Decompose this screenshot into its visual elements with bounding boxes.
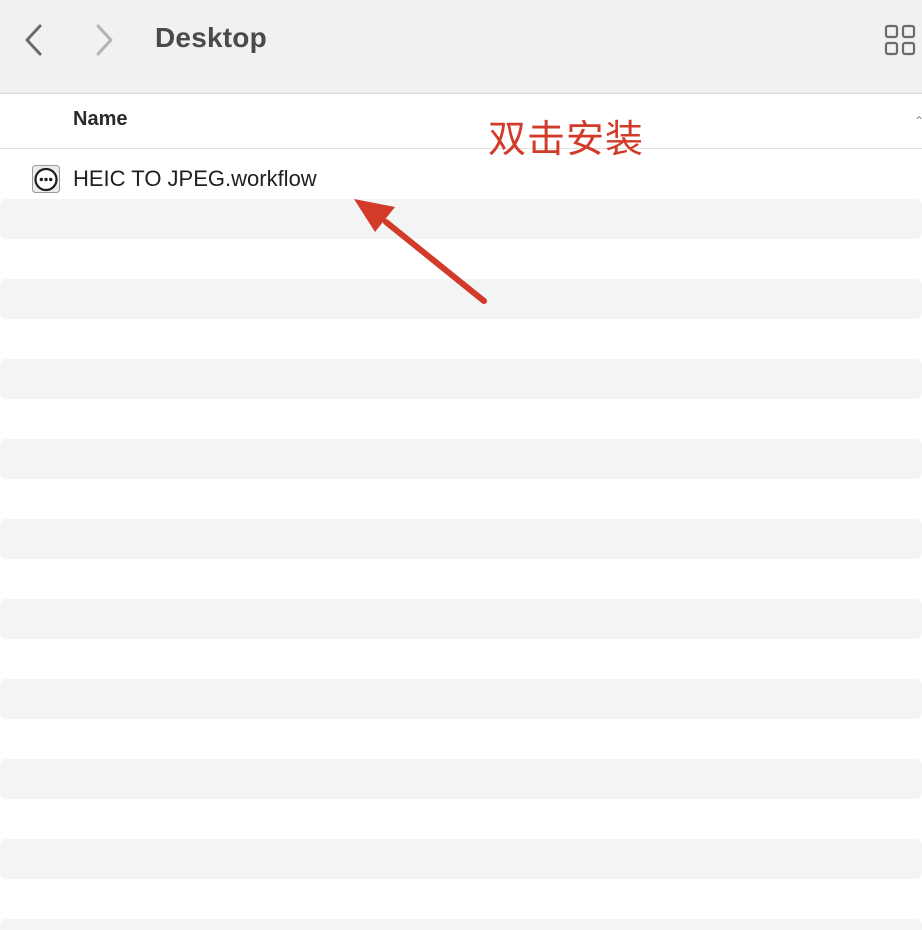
view-mode-button[interactable]	[882, 22, 918, 58]
chevron-left-icon	[25, 24, 42, 56]
list-stripe	[0, 679, 922, 719]
list-stripe	[0, 519, 922, 559]
list-item[interactable]: HEIC TO JPEG.workflow	[0, 159, 922, 199]
back-button[interactable]	[14, 20, 54, 60]
list-stripe	[0, 839, 922, 879]
list-stripe	[0, 919, 922, 930]
window-title: Desktop	[155, 22, 267, 53]
grid-view-icon	[884, 24, 916, 56]
forward-button[interactable]	[84, 20, 124, 60]
list-stripe	[0, 439, 922, 479]
finder-window: Desktop Name ⌃ 双击安装 HEIC TO JPEG.workflo…	[0, 0, 922, 930]
automator-workflow-icon	[32, 165, 60, 193]
list-stripe	[0, 599, 922, 639]
list-stripe	[0, 359, 922, 399]
list-stripe	[0, 279, 922, 319]
file-list: HEIC TO JPEG.workflow	[0, 159, 922, 930]
list-stripe	[0, 759, 922, 799]
file-name: HEIC TO JPEG.workflow	[73, 166, 317, 191]
sort-indicator-icon: ⌃	[913, 114, 922, 128]
toolbar: Desktop	[0, 0, 922, 94]
name-column-header[interactable]: Name	[73, 108, 127, 131]
annotation-label: 双击安装	[488, 117, 645, 161]
list-header: Name ⌃	[0, 94, 922, 149]
chevron-right-icon	[96, 24, 113, 56]
list-stripe	[0, 199, 922, 239]
